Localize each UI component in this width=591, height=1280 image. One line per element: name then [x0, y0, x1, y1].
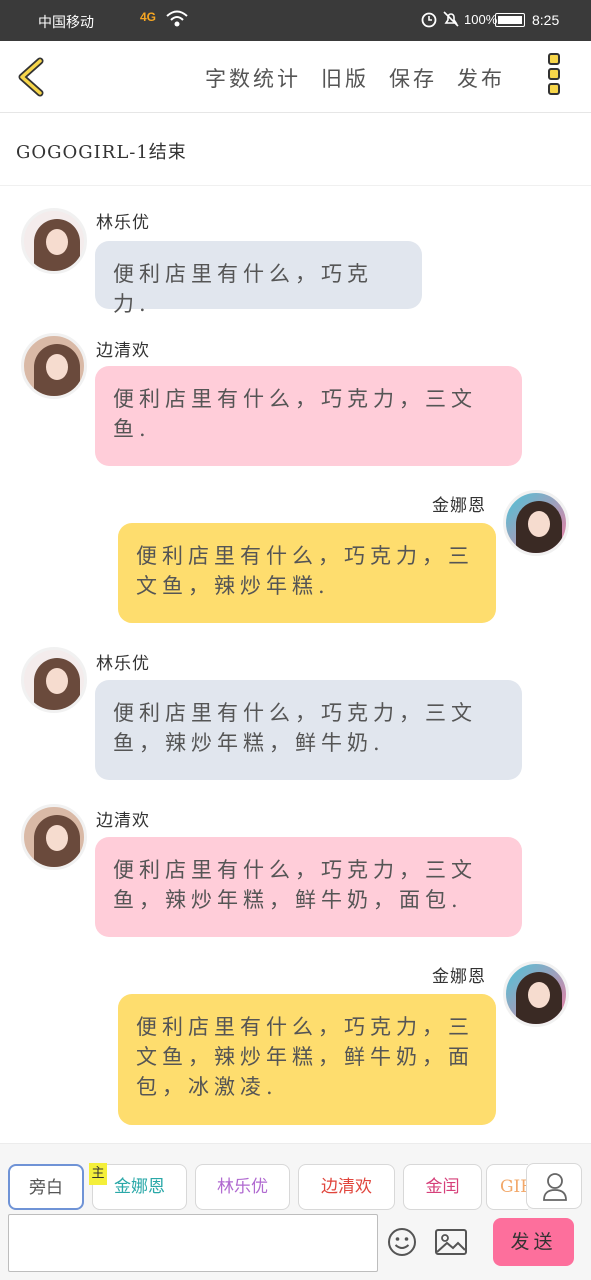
nav-actions: 字数统计 旧版 保存 发布 — [205, 63, 505, 93]
word-count-button[interactable]: 字数统计 — [205, 63, 301, 93]
message-bubble[interactable]: 便利店里有什么，巧克力. — [95, 241, 422, 316]
avatar[interactable] — [21, 208, 87, 274]
battery-percent: 100% — [464, 12, 498, 27]
role-lin-leyou[interactable]: 林乐优 — [195, 1164, 290, 1210]
old-version-button[interactable]: 旧版 — [321, 63, 369, 93]
role-narrator[interactable]: 旁白 — [8, 1164, 84, 1210]
more-icon[interactable] — [548, 53, 570, 101]
message-bubble[interactable]: 便利店里有什么，巧克力，三文鱼. — [95, 366, 522, 466]
role-bian-qinghuan[interactable]: 边清欢 — [298, 1164, 395, 1210]
wifi-icon — [166, 10, 188, 27]
sender-name: 林乐优 — [96, 654, 150, 674]
status-bar: 中国移动 4G 100% 8:25 — [0, 0, 591, 41]
publish-button[interactable]: 发布 — [457, 63, 505, 93]
message-bubble[interactable]: 便利店里有什么，巧克力，三文鱼，辣炒年糕，鲜牛奶. — [95, 680, 522, 780]
mute-icon — [443, 11, 459, 27]
carrier-label: 中国移动 — [38, 14, 94, 30]
sender-name: 金娜恩 — [432, 496, 486, 516]
send-button[interactable]: 发送 — [493, 1218, 574, 1266]
avatar[interactable] — [503, 490, 569, 556]
top-navigation: 字数统计 旧版 保存 发布 — [0, 41, 591, 113]
message-bubble[interactable]: 便利店里有什么，巧克力，三文鱼，辣炒年糕. — [118, 523, 496, 623]
sender-name: 林乐优 — [96, 213, 150, 233]
role-gif[interactable]: GIF — [486, 1164, 528, 1210]
sender-name: 金娜恩 — [432, 967, 486, 987]
alarm-icon — [421, 12, 437, 28]
message-bubble[interactable]: 便利店里有什么，巧克力，三文鱼，辣炒年糕，鲜牛奶，面包，冰激凌. — [118, 994, 496, 1125]
image-icon[interactable] — [434, 1226, 468, 1258]
clock: 8:25 — [532, 12, 560, 28]
message-input[interactable] — [8, 1214, 378, 1272]
network-label: 4G — [140, 10, 157, 24]
sender-name: 边清欢 — [96, 341, 150, 361]
save-button[interactable]: 保存 — [389, 63, 437, 93]
avatar[interactable] — [503, 961, 569, 1027]
avatar[interactable] — [21, 804, 87, 870]
divider — [0, 185, 591, 186]
battery-icon — [495, 13, 525, 27]
chapter-title[interactable]: GOGOGIRL-1结束 — [16, 138, 187, 164]
emoji-icon[interactable] — [386, 1226, 418, 1258]
sender-name: 边清欢 — [96, 811, 150, 831]
main-role-badge: 主 — [89, 1163, 107, 1185]
back-icon[interactable] — [12, 55, 52, 99]
role-jin-run[interactable]: 金闰 — [403, 1164, 482, 1210]
message-bubble[interactable]: 便利店里有什么，巧克力，三文鱼，辣炒年糕，鲜牛奶，面包. — [95, 837, 522, 937]
avatar[interactable] — [21, 647, 87, 713]
person-icon[interactable] — [526, 1163, 582, 1209]
role-selector: 旁白 金娜恩 林乐优 边清欢 金闰 GIF — [8, 1164, 528, 1210]
avatar[interactable] — [21, 333, 87, 399]
